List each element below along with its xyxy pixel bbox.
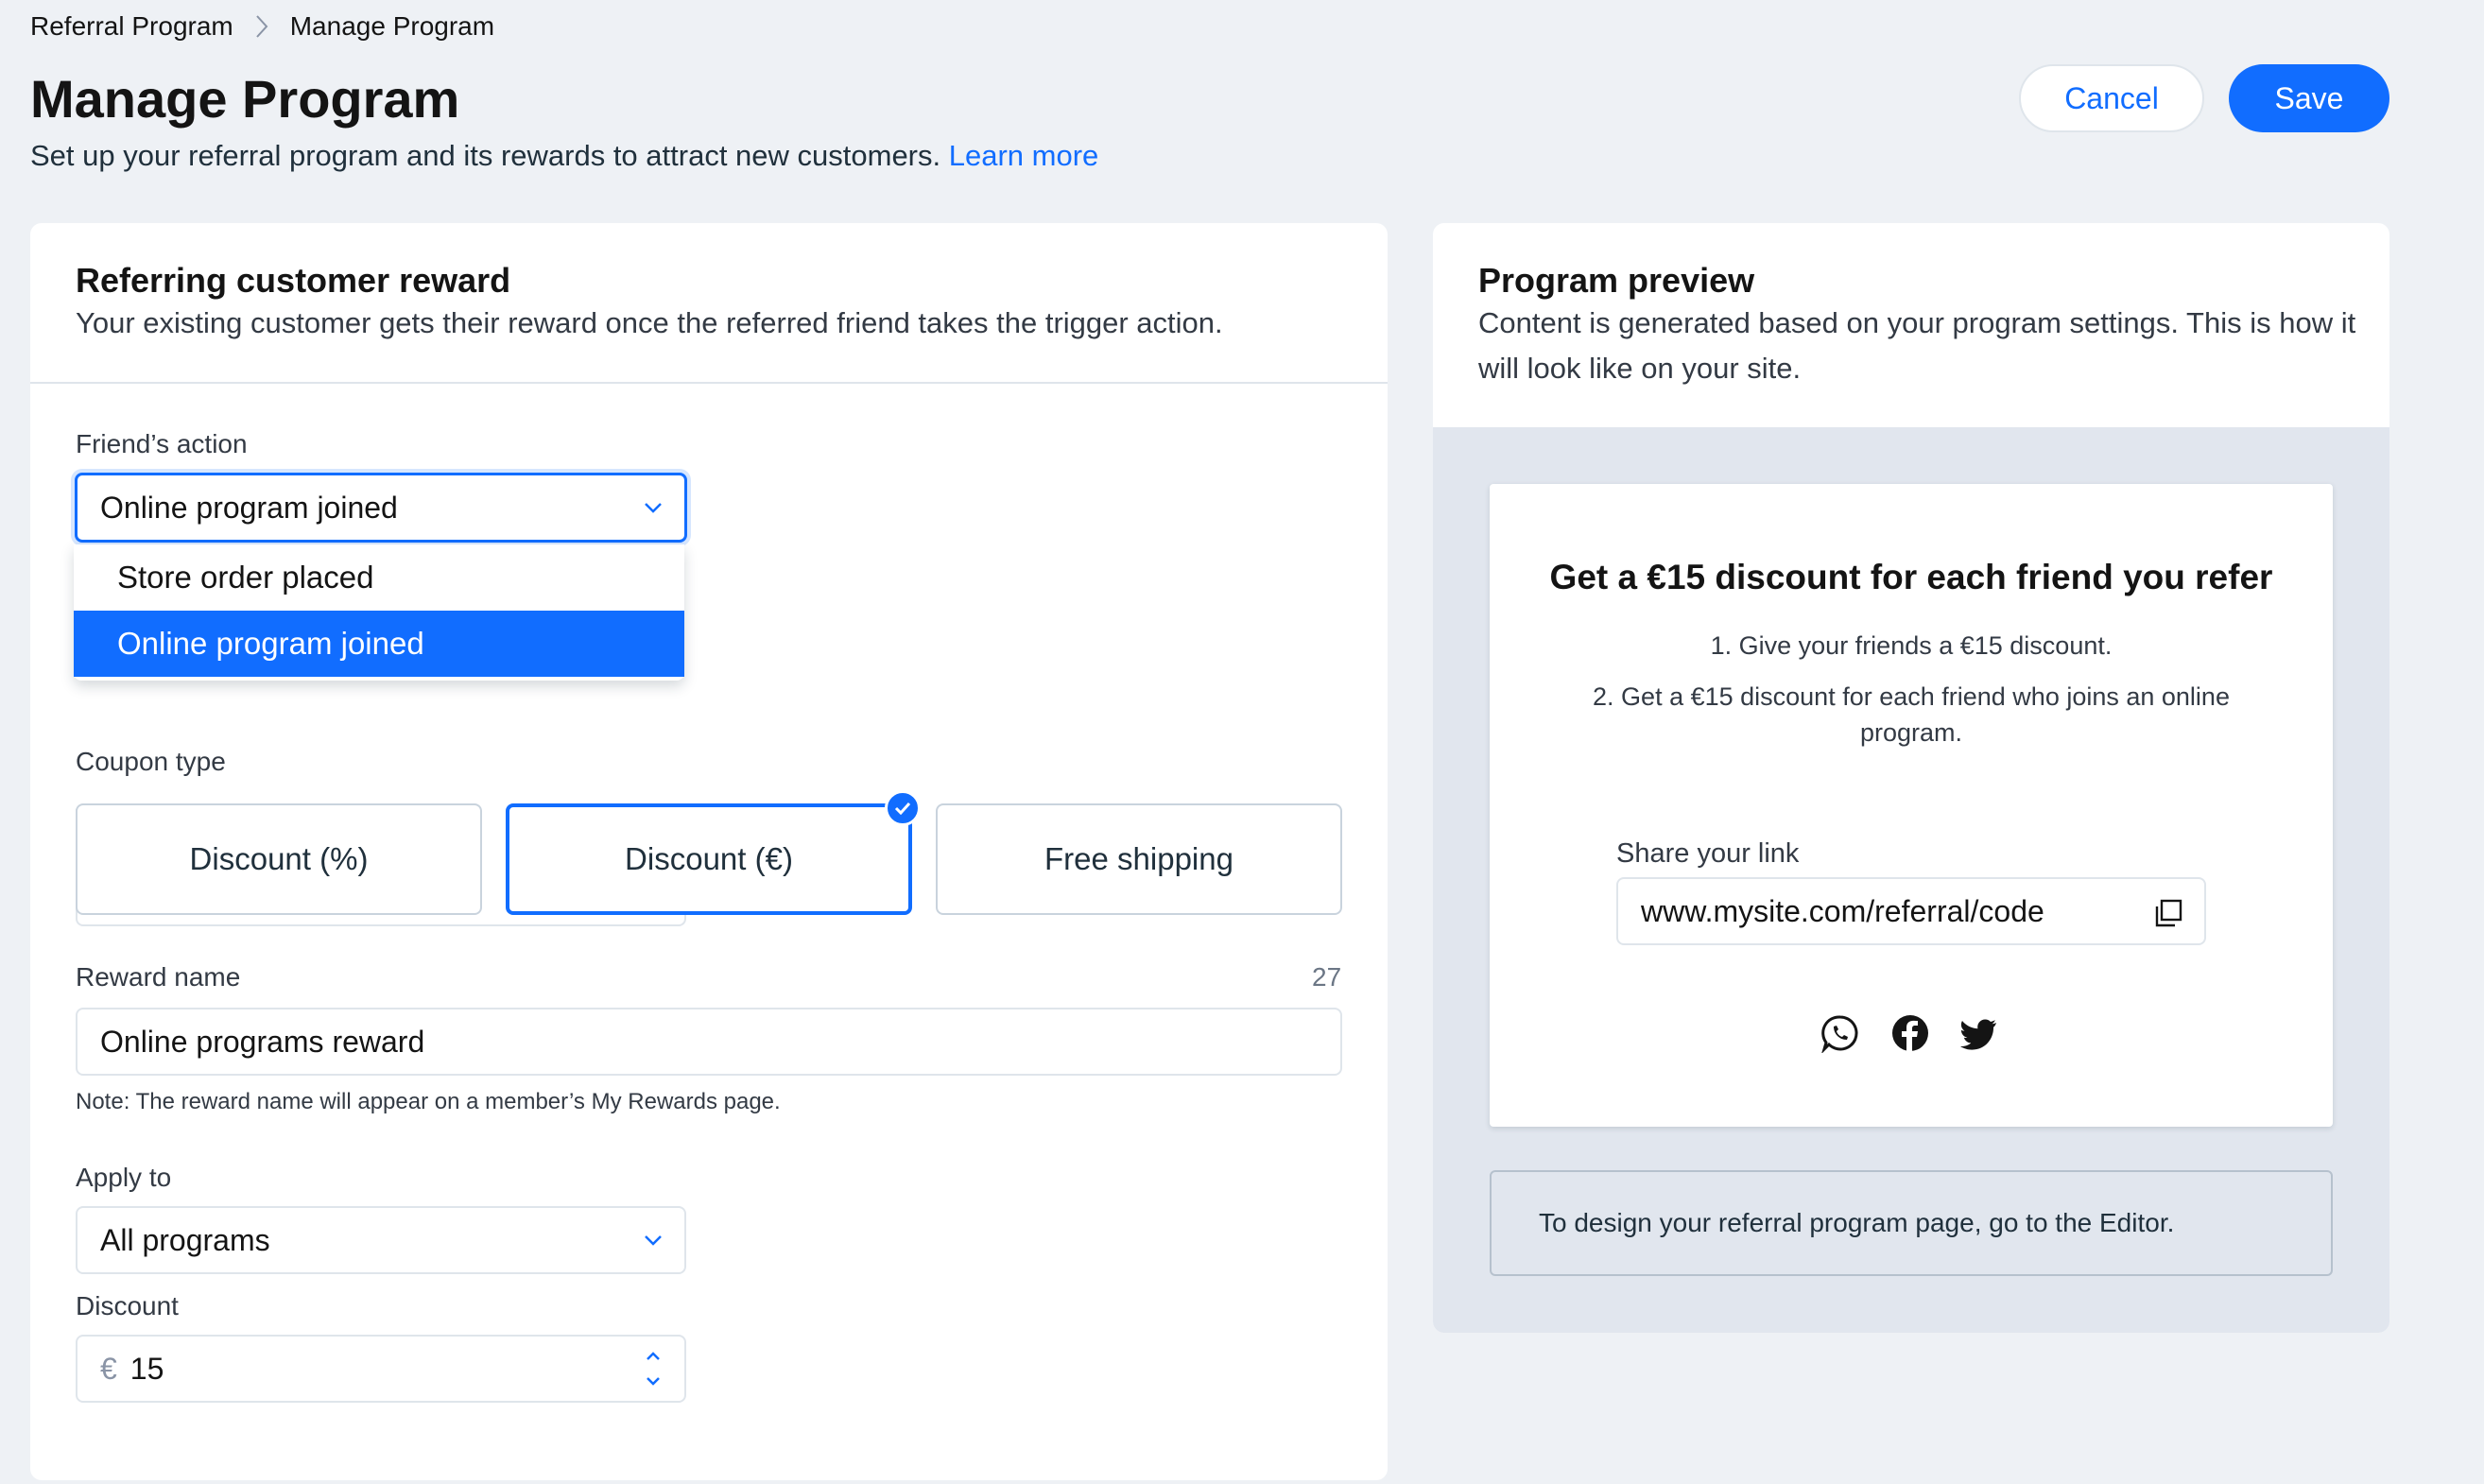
page-subtitle: Set up your referral program and its rew… (30, 137, 1098, 175)
preview-card-title: Program preview (1478, 261, 1755, 300)
coupon-option-discount-percent[interactable]: Discount (%) (76, 803, 482, 915)
friends-action-label: Friend’s action (76, 429, 248, 458)
apply-to-select[interactable]: All programs (76, 1206, 686, 1274)
reward-name-note: Note: The reward name will appear on a m… (76, 1089, 781, 1114)
stepper-arrows-icon[interactable] (643, 1348, 664, 1389)
checkmark-icon (885, 790, 921, 826)
save-button[interactable]: Save (2229, 64, 2389, 132)
copy-icon[interactable] (2153, 898, 2183, 928)
chevron-down-icon (645, 503, 662, 513)
preview-card-subtitle: Content is generated based on your progr… (1478, 306, 2356, 385)
program-preview-card: Program preview Content is generated bas… (1433, 223, 2389, 1333)
coupon-type-label: Coupon type (76, 747, 226, 776)
reward-name-char-counter: 27 (1312, 962, 1342, 992)
coupon-option-free-shipping[interactable]: Free shipping (936, 803, 1342, 915)
page-subtitle-text: Set up your referral program and its rew… (30, 139, 941, 172)
share-link-field[interactable]: www.mysite.com/referral/code (1616, 877, 2206, 945)
dropdown-option-online-program-joined[interactable]: Online program joined (74, 611, 684, 677)
breadcrumb-current: Manage Program (289, 11, 495, 41)
cancel-button[interactable]: Cancel (2019, 64, 2204, 132)
chevron-right-icon (233, 8, 290, 45)
dropdown-option-store-order-placed[interactable]: Store order placed (74, 544, 684, 611)
friends-action-dropdown: Store order placed Online program joined (74, 544, 684, 681)
friends-action-value: Online program joined (100, 490, 398, 525)
apply-to-label: Apply to (76, 1163, 172, 1192)
reward-name-value: Online programs reward (100, 1024, 425, 1059)
discount-label: Discount (76, 1291, 179, 1320)
chevron-down-icon (645, 1235, 662, 1246)
facebook-icon[interactable] (1890, 1013, 1930, 1053)
currency-prefix: € (100, 1351, 117, 1386)
learn-more-link[interactable]: Learn more (949, 139, 1099, 172)
editor-note-text: To design your referral program page, go… (1539, 1208, 2175, 1237)
breadcrumb-link-referral-program[interactable]: Referral Program (30, 11, 233, 42)
twitter-icon[interactable] (1960, 1013, 2000, 1053)
discount-input[interactable]: € 15 (76, 1335, 686, 1403)
share-link-label: Share your link (1616, 838, 1800, 869)
discount-value: 15 (129, 1351, 164, 1386)
whatsapp-icon[interactable] (1820, 1013, 1860, 1053)
card-divider (30, 382, 1388, 384)
breadcrumb: Referral Program Manage Program (30, 8, 494, 45)
friends-action-select[interactable]: Online program joined (75, 473, 687, 543)
preview-widget: Get a €15 discount for each friend you r… (1490, 484, 2333, 1127)
coupon-option-discount-euro[interactable]: Discount (€) (506, 803, 912, 915)
apply-to-value: All programs (100, 1222, 270, 1257)
page-title: Manage Program (30, 69, 460, 129)
preview-step-1: 1. Give your friends a €15 discount. (1710, 631, 2113, 660)
preview-step-2: 2. Get a €15 discount for each friend wh… (1593, 682, 2230, 747)
reward-name-label: Reward name (76, 962, 241, 992)
reward-name-input[interactable]: Online programs reward (76, 1008, 1342, 1076)
reward-card-subtitle: Your existing customer gets their reward… (76, 306, 1223, 339)
referring-reward-card: Referring customer reward Your existing … (30, 223, 1388, 1480)
editor-note-box: To design your referral program page, go… (1490, 1170, 2333, 1276)
preview-heading: Get a €15 discount for each friend you r… (1549, 558, 2273, 596)
reward-card-title: Referring customer reward (76, 261, 511, 300)
share-link-value: www.mysite.com/referral/code (1641, 893, 2044, 928)
